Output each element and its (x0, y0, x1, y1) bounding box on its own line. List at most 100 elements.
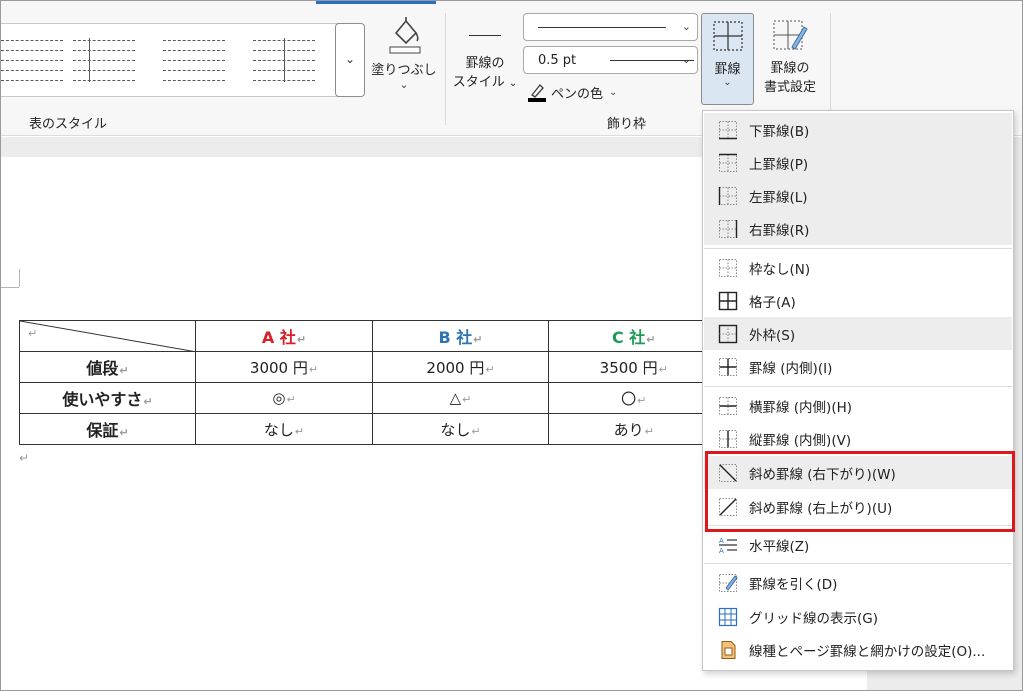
paint-bucket-icon (389, 17, 421, 54)
row-label-cell[interactable]: 使いやすさ↵ (19, 382, 196, 414)
table-cell[interactable]: 3500 円↵ (548, 351, 719, 383)
borders-button[interactable]: 罫線 ⌄ (701, 13, 754, 105)
menu-item-label: グリッド線の表示(G) (749, 610, 878, 627)
table-style-thumb[interactable] (163, 38, 225, 82)
table-style-thumb[interactable] (253, 38, 315, 82)
menu-separator (704, 386, 1012, 387)
paragraph-mark: ↵ (19, 451, 30, 465)
border-painter-icon (773, 20, 808, 50)
border-painter-label-1: 罫線の (770, 61, 810, 76)
table-cell[interactable]: あり↵ (548, 413, 719, 445)
menu-item-label: 下罫線(B) (749, 123, 810, 140)
chevron-down-icon: ⌄ (681, 20, 691, 33)
chevron-down-icon: ⌄ (609, 86, 618, 98)
header-cell[interactable]: B 社↵ (372, 320, 549, 352)
table-row: 使いやすさ↵ ◎↵ △↵ 〇↵ (19, 382, 719, 414)
all-borders-icon (718, 291, 738, 311)
pen-color-button[interactable]: ペンの色 ⌄ (527, 81, 617, 103)
bottom-border-icon (719, 121, 737, 140)
header-cell[interactable]: A 社↵ (195, 320, 373, 352)
menu-item-no-border[interactable]: 枠なし(N) (704, 251, 1012, 284)
menu-item-inside-horizontal-border[interactable]: 横罫線 (内側)(H) (704, 389, 1012, 422)
menu-item-view-gridlines[interactable]: グリッド線の表示(G) (704, 600, 1012, 633)
menu-item-label: 横罫線 (内側)(H) (749, 399, 853, 416)
gallery-more-button[interactable]: ⌄ (335, 23, 365, 97)
table-cell[interactable]: 3000 円↵ (195, 351, 373, 383)
group-label-table-styles: 表のスタイル (29, 117, 108, 132)
menu-item-horizontal-line[interactable]: A A 水平線(Z) (704, 528, 1012, 561)
inside-vertical-border-icon (719, 430, 737, 448)
draw-table-icon (719, 574, 738, 592)
no-border-icon (719, 259, 737, 277)
pen-icon (528, 83, 546, 102)
top-border-icon (719, 153, 737, 172)
left-border-icon (718, 187, 737, 205)
shading-button[interactable]: 塗りつぶし ⌄ (371, 15, 437, 99)
line-weight-select[interactable]: 0.5 pt ⌄ (523, 46, 698, 74)
menu-item-label: 線種とページ罫線と網かけの設定(O)... (749, 643, 986, 660)
border-styles-label-2: スタイル (452, 75, 505, 90)
table-cell[interactable]: なし↵ (195, 413, 373, 445)
group-divider (830, 13, 831, 125)
horizontal-line-icon: AA (719, 537, 737, 555)
cell-value: 3500 円 (599, 358, 658, 377)
menu-item-left-border[interactable]: 左罫線(L) (704, 179, 1012, 212)
chevron-down-icon: ⌄ (345, 52, 356, 66)
cell-value: なし (263, 420, 294, 439)
table-style-thumb[interactable] (73, 38, 135, 82)
table-style-thumb[interactable] (1, 38, 63, 82)
menu-item-inside-borders[interactable]: 罫線 (内側)(I) (704, 350, 1012, 383)
pen-color-label: ペンの色 (551, 86, 604, 102)
menu-item-bottom-border[interactable]: 下罫線(B) (704, 113, 1012, 146)
cell-value: 2000 円 (426, 358, 485, 377)
menu-item-right-border[interactable]: 右罫線(R) (704, 212, 1012, 245)
menu-separator (704, 563, 1012, 564)
borders-and-shading-icon (721, 641, 736, 659)
menu-item-outside-borders[interactable]: 外枠(S) (704, 317, 1012, 350)
chevron-down-icon: ⌄ (681, 53, 691, 66)
line-style-sample (538, 27, 666, 28)
table-row: 保証↵ なし↵ なし↵ あり↵ (19, 413, 719, 445)
table-cell[interactable]: ◎↵ (195, 382, 373, 414)
inside-horizontal-border-icon (719, 397, 737, 415)
cell-value: ◎ (272, 389, 286, 407)
diagonal-header-cell[interactable]: ↵ (19, 320, 196, 352)
menu-item-label: 右罫線(R) (749, 222, 810, 239)
table-header-row: ↵ A 社↵ B 社↵ C 社↵ (19, 320, 719, 352)
row-label-cell[interactable]: 保証↵ (19, 413, 196, 445)
menu-item-label: 罫線 (内側)(I) (749, 360, 833, 377)
table-style-gallery[interactable] (1, 23, 339, 97)
border-styles-button[interactable]: 罫線の スタイル ⌄ (451, 29, 519, 99)
menu-item-label: 外枠(S) (749, 327, 796, 344)
table-cell[interactable]: なし↵ (372, 413, 549, 445)
cell-value: △ (449, 389, 462, 407)
header-cell[interactable]: C 社↵ (548, 320, 719, 352)
table-cell[interactable]: 〇↵ (548, 382, 719, 414)
table-cell[interactable]: 2000 円↵ (372, 351, 549, 383)
menu-item-borders-and-shading[interactable]: 線種とページ罫線と網かけの設定(O)... (704, 633, 1012, 666)
paragraph-mark: ↵ (28, 327, 38, 340)
diagonal-line (20, 321, 192, 351)
row-label: 使いやすさ (62, 390, 143, 409)
row-label-cell[interactable]: 値段↵ (19, 351, 196, 383)
shading-label: 塗りつぶし (371, 63, 437, 78)
border-painter-button[interactable]: 罫線の 書式設定 (759, 15, 821, 105)
borders-label: 罫線 (714, 62, 741, 77)
line-style-select[interactable]: ⌄ (523, 13, 698, 41)
menu-item-label: 格子(A) (749, 294, 796, 311)
right-border-icon (719, 220, 738, 238)
highlight-box (705, 451, 1015, 532)
menu-item-draw-table[interactable]: 罫線を引く(D) (704, 566, 1012, 599)
table-cell[interactable]: △↵ (372, 382, 549, 414)
border-styles-label-1: 罫線の (465, 56, 505, 71)
word-window: ⌄ 塗りつぶし ⌄ 表のスタイル 罫線の スタイル ⌄ ⌄ 0.5 pt ⌄ ペ… (0, 0, 1023, 691)
menu-item-top-border[interactable]: 上罫線(P) (704, 146, 1012, 179)
all-borders-icon (712, 21, 743, 51)
cell-value: あり (613, 420, 644, 439)
menu-item-label: 水平線(Z) (749, 538, 810, 555)
header-company-a: A 社 (261, 328, 296, 347)
cell-value: 3000 円 (249, 358, 308, 377)
comparison-table[interactable]: ↵ A 社↵ B 社↵ C 社↵ 値段↵ 3000 円↵ 2000 円↵ 350… (19, 320, 719, 445)
chevron-down-icon: ⌄ (508, 78, 518, 89)
menu-item-all-borders[interactable]: 格子(A) (704, 284, 1012, 317)
